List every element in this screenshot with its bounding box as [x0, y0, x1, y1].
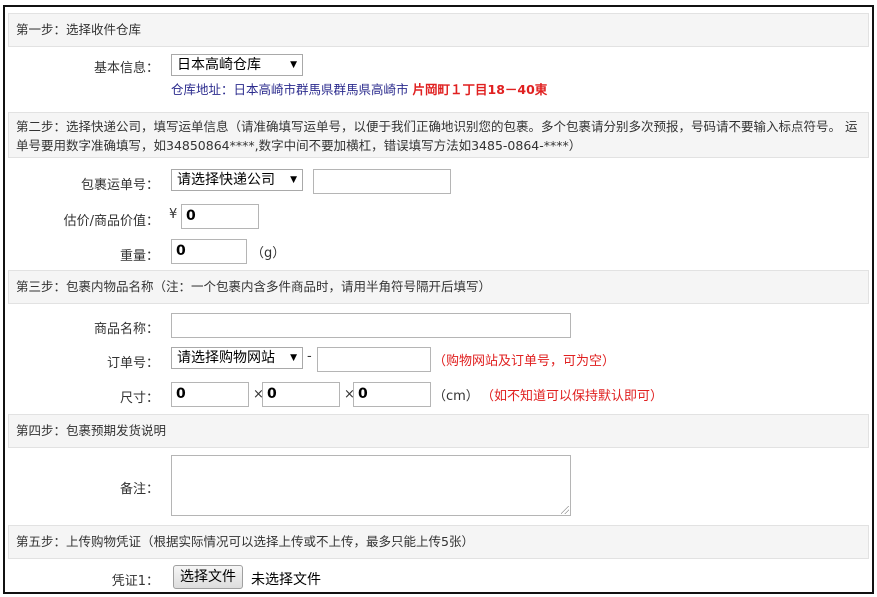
shop-select[interactable]: 请选择购物网站 ▼	[171, 347, 303, 369]
voucher-label: 凭证1：	[111, 574, 159, 589]
size-width-input[interactable]: 0	[262, 382, 340, 407]
file-status: 未选择文件	[251, 572, 321, 588]
note-label: 备注：	[119, 482, 159, 497]
size-height-input[interactable]: 0	[353, 382, 431, 407]
tracking-label: 包裹运单号：	[80, 178, 159, 193]
step5-header: 第五步：上传购物凭证（根据实际情况可以选择上传或不上传，最多只能上传5张）	[8, 525, 869, 559]
courier-select-value: 请选择快递公司	[177, 172, 275, 188]
warehouse-label: 基本信息：	[93, 61, 159, 76]
value-input[interactable]: 0	[181, 204, 259, 229]
warehouse-address: 仓库地址：日本高崎市群馬県群馬県高崎市 片岡町１丁目18－40東	[171, 79, 547, 98]
step3-header: 第三步：包裹内物品名称（注：一个包裹内含多件商品时，请用半角符号隔开后填写）	[8, 270, 869, 304]
note-textarea[interactable]	[171, 455, 571, 516]
item-name-label: 商品名称：	[93, 322, 159, 337]
step2-header: 第二步：选择快递公司，填写运单信息（请准确填写运单号，以便于我们正确地识别您的包…	[8, 112, 869, 158]
step1-header: 第一步：选择收件仓库	[8, 13, 869, 47]
chevron-down-icon: ▼	[290, 175, 297, 185]
size-hint: （如不知道可以保持默认即可）	[481, 389, 664, 404]
chevron-down-icon: ▼	[290, 60, 297, 70]
warehouse-address-highlight: 片岡町１丁目18－40東	[412, 82, 548, 97]
weight-unit: （g）	[251, 246, 286, 261]
weight-input[interactable]: 0	[171, 239, 247, 264]
item-name-input[interactable]	[171, 313, 571, 338]
order-number-input[interactable]	[317, 347, 431, 372]
currency-symbol: ¥	[169, 207, 178, 222]
warehouse-address-text: 仓库地址：日本高崎市群馬県群馬県高崎市	[171, 82, 409, 97]
chevron-down-icon: ▼	[290, 353, 297, 363]
tracking-number-input[interactable]	[313, 169, 451, 194]
weight-label: 重量：	[119, 249, 159, 264]
resize-grip-icon[interactable]	[561, 506, 569, 514]
value-label: 估价/商品价值：	[63, 214, 159, 229]
courier-select[interactable]: 请选择快递公司 ▼	[171, 169, 303, 191]
shop-select-value: 请选择购物网站	[177, 350, 275, 366]
order-dash: -	[307, 349, 312, 364]
step4-header: 第四步：包裹预期发货说明	[8, 414, 869, 448]
size-length-input[interactable]: 0	[171, 382, 249, 407]
size-unit: （cm）	[433, 389, 479, 404]
order-number-label: 订单号：	[106, 356, 159, 371]
warehouse-select-value: 日本高崎仓库	[177, 57, 261, 73]
shipping-form: 第一步：选择收件仓库 基本信息： 日本高崎仓库 ▼ 仓库地址：日本高崎市群馬県群…	[3, 5, 874, 594]
order-hint: （购物网站及订单号，可为空）	[433, 354, 616, 369]
warehouse-select[interactable]: 日本高崎仓库 ▼	[171, 54, 303, 76]
size-label: 尺寸：	[119, 391, 159, 406]
choose-file-button[interactable]: 选择文件	[173, 565, 243, 589]
